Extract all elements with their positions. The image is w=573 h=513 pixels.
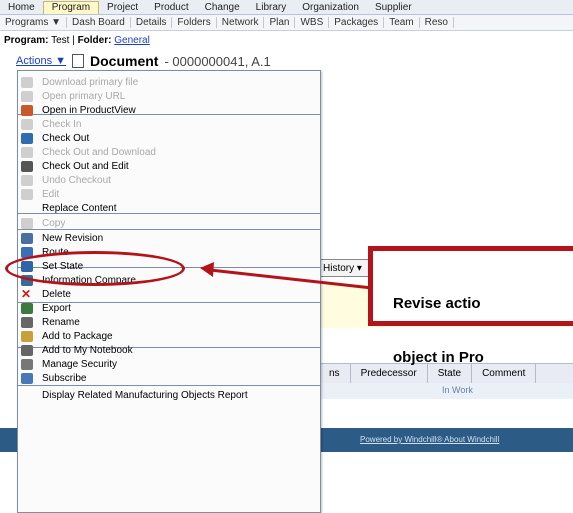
- highlight-ellipse: [5, 251, 185, 286]
